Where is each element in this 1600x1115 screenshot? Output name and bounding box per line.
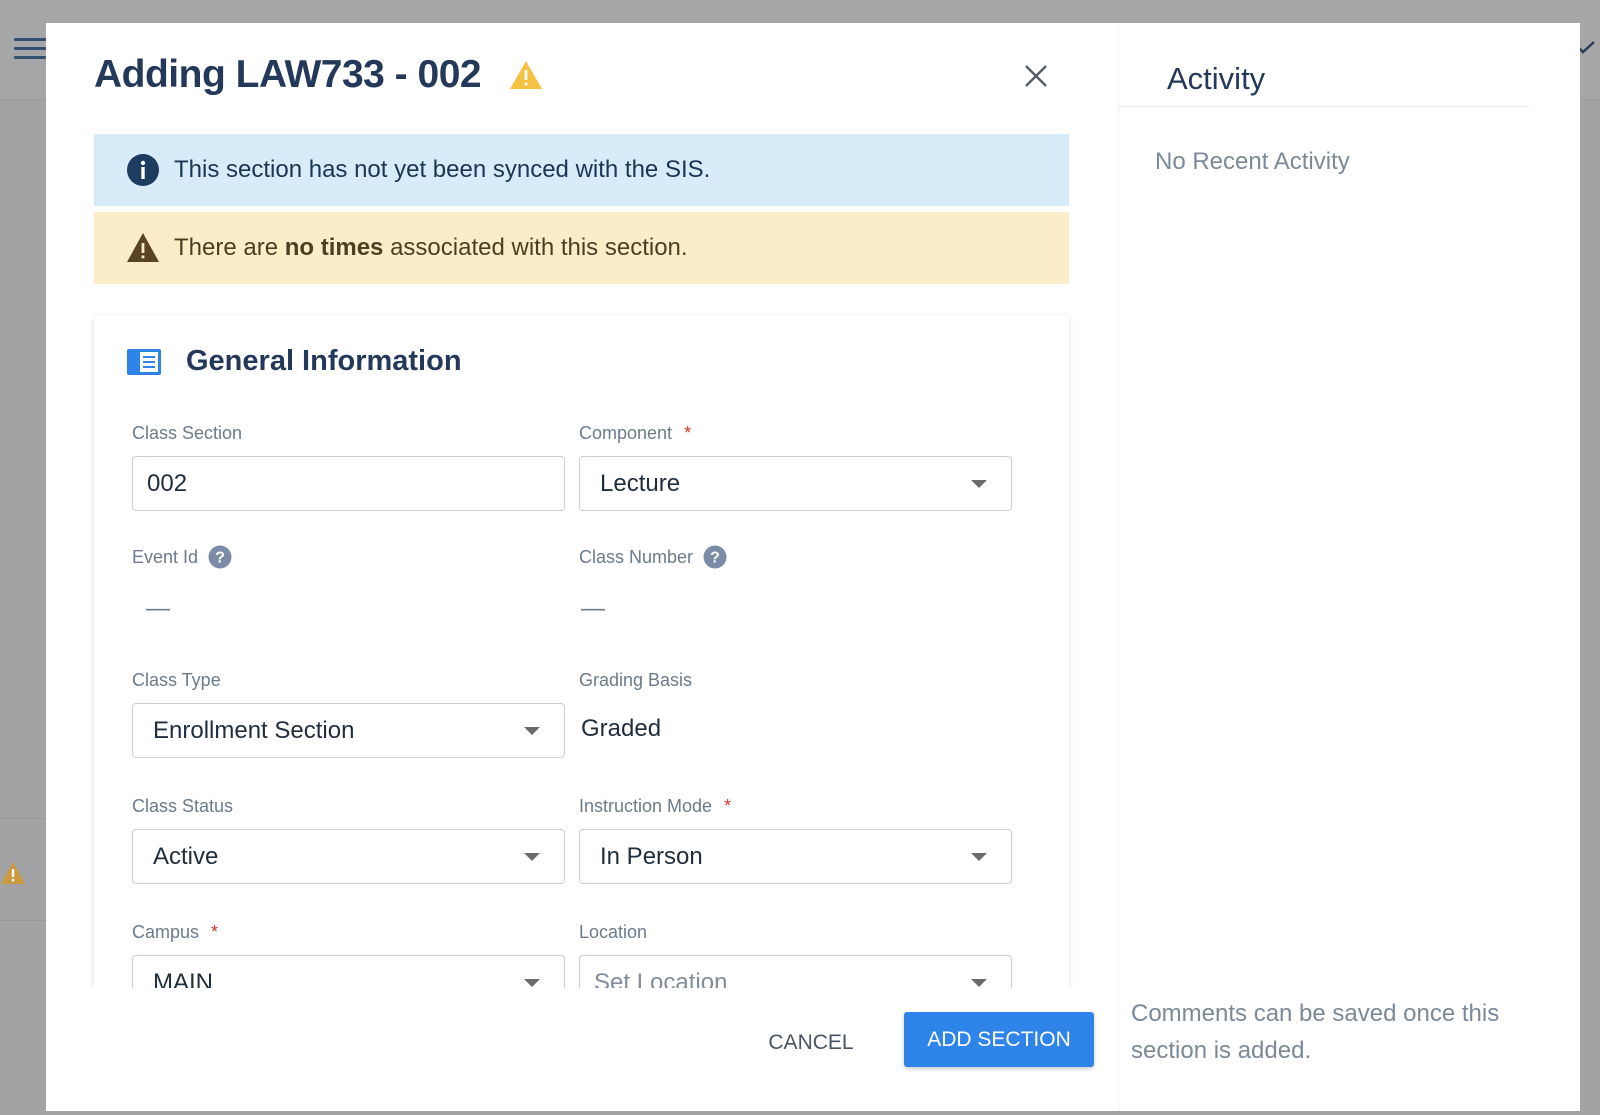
class-number-value: — — [581, 595, 605, 622]
class-section-label: Class Section — [132, 423, 243, 443]
warning-icon — [127, 233, 159, 262]
chevron-down-icon — [971, 853, 987, 861]
menu-icon[interactable] — [14, 38, 46, 62]
chevron-down-icon — [971, 979, 987, 987]
no-times-warning-alert: There are no times associated with this … — [94, 212, 1069, 284]
activity-title: Activity — [1167, 61, 1266, 96]
help-icon[interactable]: ? — [703, 545, 727, 569]
add-section-button[interactable]: ADD SECTION — [904, 1012, 1094, 1067]
grading-basis-label: Grading Basis — [579, 670, 693, 690]
campus-label: Campus * — [132, 922, 219, 942]
location-label: Location — [579, 922, 648, 942]
comment-note: Comments can be saved once this section … — [1131, 1000, 1500, 1064]
add-section-modal: Adding LAW733 - 002 This section has not… — [46, 23, 1580, 1111]
background-divider — [0, 818, 46, 819]
component-select[interactable]: Lecture — [579, 456, 1012, 511]
chevron-down-icon — [524, 727, 540, 735]
help-icon[interactable]: ? — [208, 545, 232, 569]
chevron-down-icon — [971, 480, 987, 488]
close-icon[interactable] — [1021, 61, 1051, 91]
instruction-mode-label: Instruction Mode * — [579, 796, 732, 816]
book-icon — [127, 348, 161, 375]
class-type-label: Class Type — [132, 670, 221, 690]
activity-divider — [1119, 106, 1529, 107]
warning-icon — [1, 862, 25, 884]
activity-panel: Activity No Recent Activity Comments can… — [1118, 23, 1580, 1111]
chevron-down-icon — [524, 979, 540, 987]
svg-text:?: ? — [215, 550, 225, 567]
card-header: General Information — [126, 345, 462, 378]
class-type-select[interactable]: Enrollment Section — [132, 703, 565, 758]
event-id-label: Event Id ? — [132, 545, 232, 569]
activity-empty-text: No Recent Activity — [1155, 148, 1350, 175]
class-status-select[interactable]: Active — [132, 829, 565, 884]
svg-text:?: ? — [710, 550, 720, 567]
sync-info-alert: This section has not yet been synced wit… — [94, 134, 1069, 206]
grading-basis-value: Graded — [581, 715, 662, 742]
modal-main-pane: Adding LAW733 - 002 This section has not… — [46, 23, 1116, 1111]
warning-icon — [510, 61, 543, 89]
modal-title-text: Adding LAW733 - 002 — [94, 53, 482, 96]
warning-alert-text: There are no times associated with this … — [174, 234, 688, 261]
cancel-button[interactable]: CANCEL — [751, 1025, 871, 1061]
modal-title: Adding LAW733 - 002 — [94, 53, 543, 97]
component-label: Component * — [579, 423, 692, 443]
class-status-label: Class Status — [132, 796, 234, 816]
chevron-down-icon — [524, 853, 540, 861]
background-divider — [0, 920, 46, 921]
card-heading: General Information — [186, 345, 462, 377]
general-information-card: General Information Class Section 002 Co… — [94, 315, 1069, 1035]
class-number-label: Class Number ? — [579, 545, 727, 569]
instruction-mode-select[interactable]: In Person — [579, 829, 1012, 884]
info-icon — [127, 154, 159, 186]
event-id-value: — — [146, 595, 170, 622]
info-alert-text: This section has not yet been synced wit… — [174, 156, 711, 183]
class-section-input[interactable]: 002 — [132, 456, 565, 511]
